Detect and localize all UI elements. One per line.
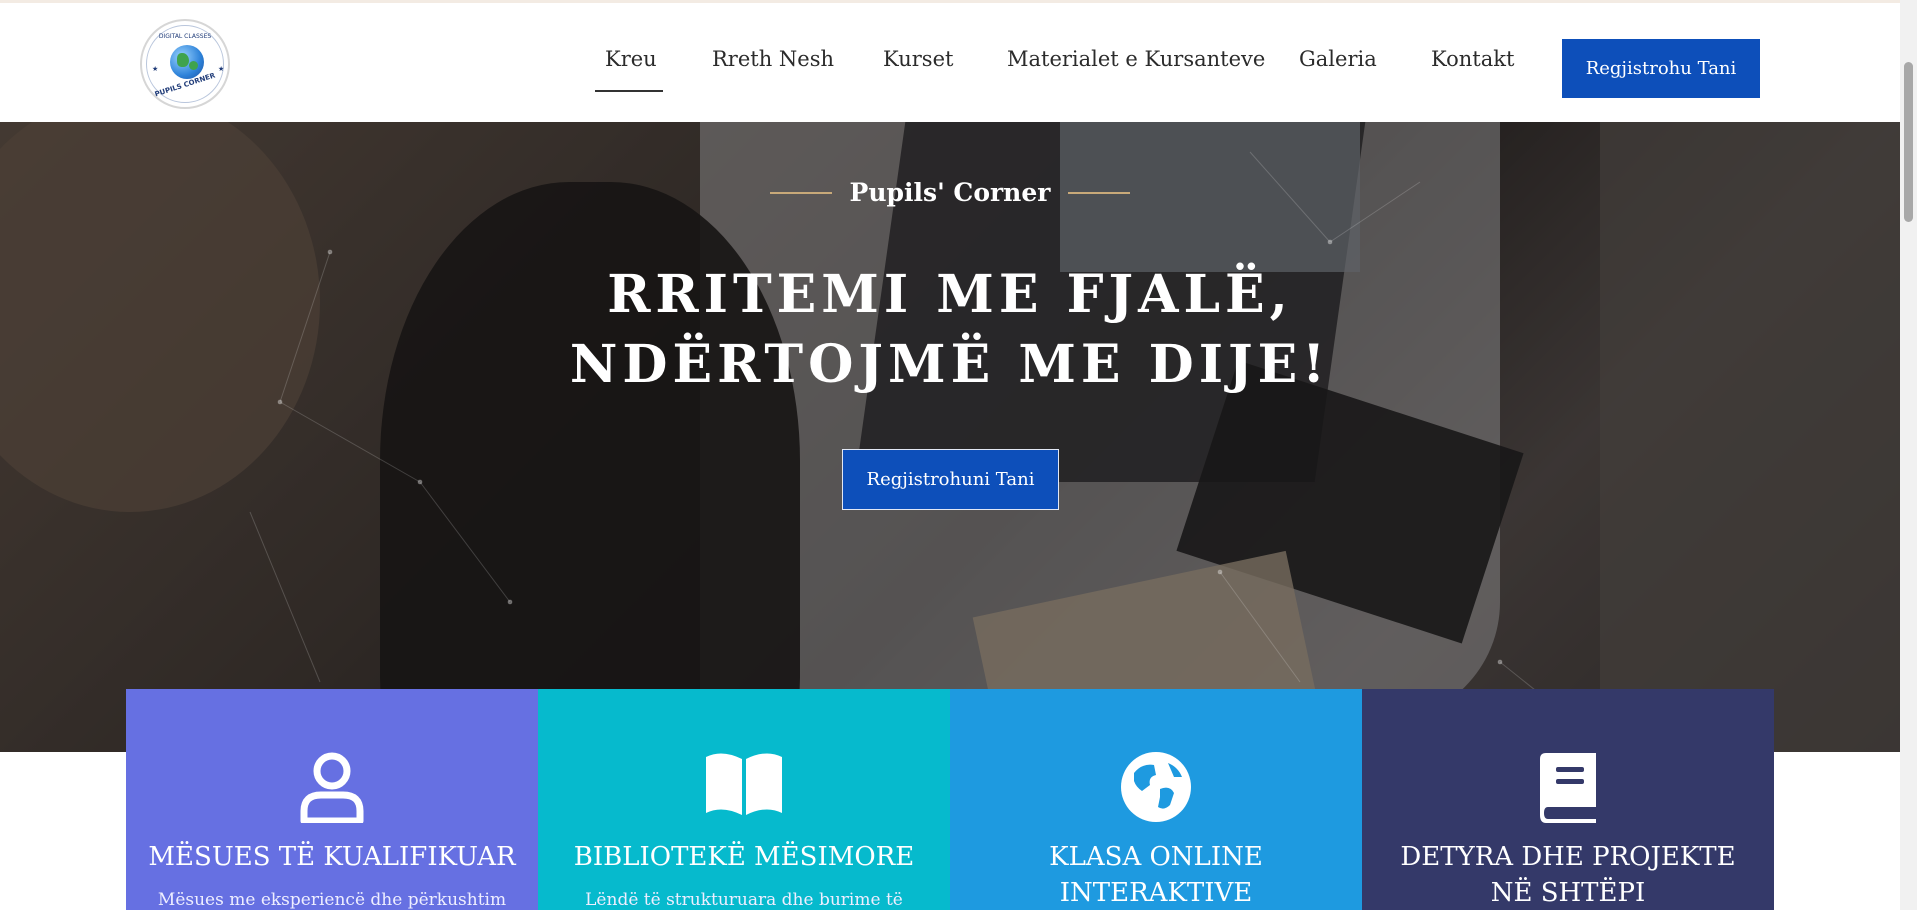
hero-headline-line2: NDËRTOJMË ME DIJE! [569,334,1331,395]
active-nav-indicator [595,90,663,92]
network-lines-decoration [249,151,1601,743]
register-button[interactable]: Regjistrohu Tani [1562,39,1760,98]
nav-item-kurset[interactable]: Kurset [883,47,953,71]
logo-top-text: DIGITAL CLASSES [158,33,212,40]
feature-card-title: BIBLIOTEKË MËSIMORE [573,842,915,872]
hero-headline-line1: RRITEMI ME FJALË, [607,264,1293,325]
feature-card-desc: Lëndë të strukturuara dhe burime të [585,890,903,910]
star-icon: ★ [218,65,225,73]
book-open-icon [538,751,950,823]
nav-item-galeria[interactable]: Galeria [1299,47,1377,71]
feature-card-desc: Mësues me eksperiencë dhe përkushtim [157,890,507,910]
scrollbar-thumb[interactable] [1904,62,1913,222]
hero-eyebrow-text: Pupils' Corner [849,178,1051,207]
feature-card-teachers[interactable]: MËSUES TË KUALIFIKUAR Mësues me eksperie… [126,689,538,910]
feature-card-online[interactable]: KLASA ONLINE INTERAKTIVE [950,689,1362,910]
hero-headline: RRITEMI ME FJALË, NDËRTOJMË ME DIJE! [0,260,1900,400]
star-icon: ★ [152,65,159,73]
feature-card-title: DETYRA DHE PROJEKTE NË SHTËPI [1400,842,1736,908]
page-scrollbar[interactable] [1900,0,1917,910]
site-header: DIGITAL CLASSES PUPILS CORNER ★ ★ Kreu R… [0,3,1900,122]
book-icon [1362,751,1774,823]
pupils-corner-logo[interactable]: DIGITAL CLASSES PUPILS CORNER ★ ★ [140,19,230,109]
hero-section: Pupils' Corner RRITEMI ME FJALË, NDËRTOJ… [0,122,1900,752]
feature-cards: MËSUES TË KUALIFIKUAR Mësues me eksperie… [126,689,1774,910]
feature-card-library[interactable]: BIBLIOTEKË MËSIMORE Lëndë të strukturuar… [538,689,950,910]
nav-item-rreth-nesh[interactable]: Rreth Nesh [712,47,834,71]
nav-item-materialet[interactable]: Materialet e Kursanteve [1007,47,1265,71]
hero-register-button[interactable]: Regjistrohuni Tani [842,449,1059,510]
globe-icon [950,751,1362,823]
user-icon [126,751,538,823]
feature-card-title: KLASA ONLINE INTERAKTIVE [1049,842,1263,908]
eyebrow-line-right [1067,191,1130,194]
nav-item-kreu[interactable]: Kreu [605,47,657,71]
hero-eyebrow: Pupils' Corner [0,178,1900,207]
eyebrow-line-left [770,191,833,194]
nav-item-kontakt[interactable]: Kontakt [1431,47,1514,71]
feature-card-homework[interactable]: DETYRA DHE PROJEKTE NË SHTËPI [1362,689,1774,910]
globe-icon [170,45,204,79]
feature-card-title: MËSUES TË KUALIFIKUAR [148,842,516,872]
